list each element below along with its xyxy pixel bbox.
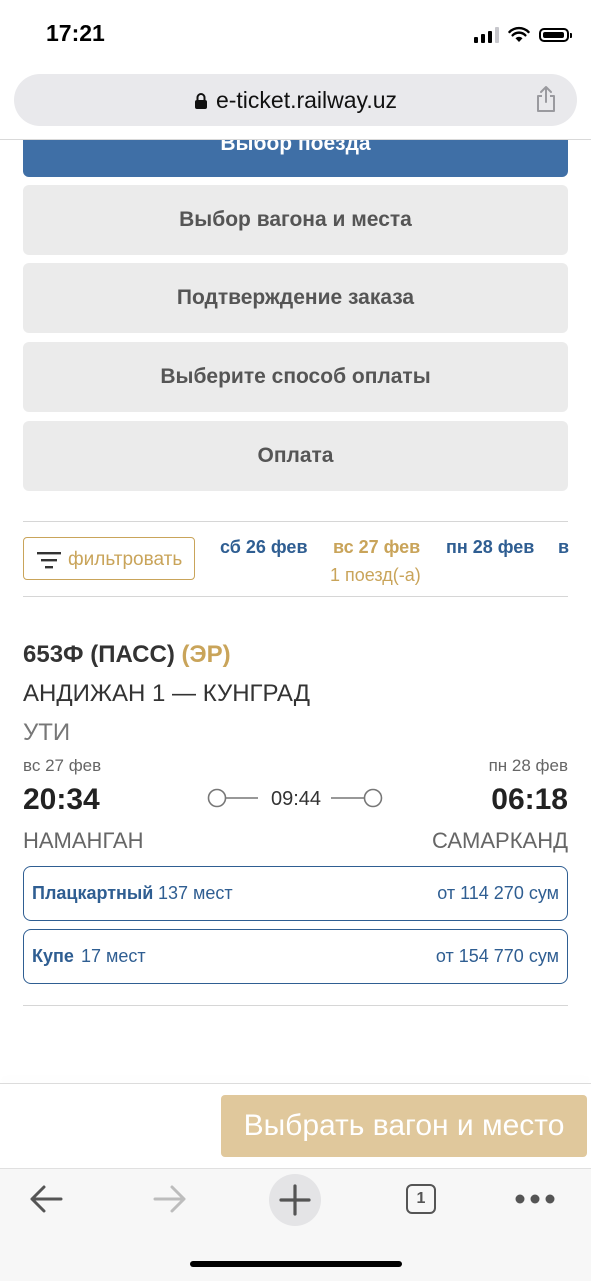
duration-text: 09:44	[270, 788, 322, 810]
divider	[23, 596, 568, 597]
train-type: (ЭР)	[181, 641, 231, 668]
fare-price: от 154 770 сум	[435, 946, 559, 966]
more-dots-icon[interactable]	[514, 1191, 556, 1207]
train-number: 653Ф (ПАСС)	[23, 641, 175, 668]
divider	[23, 1005, 568, 1006]
tabs-icon[interactable]: 1	[406, 1184, 436, 1214]
train-title: 653Ф (ПАСС) (ЭР)	[23, 641, 231, 669]
step-order-confirmation[interactable]: Подтверждение заказа	[23, 263, 568, 333]
step-payment-method[interactable]: Выберите способ оплаты	[23, 342, 568, 412]
fare-seats: 137 мест	[158, 883, 233, 903]
step-select-train[interactable]: Выбор поезда	[23, 140, 568, 177]
step-select-train-label: Выбор поезда	[220, 140, 371, 155]
date-tab[interactable]: в	[558, 537, 569, 558]
back-arrow-icon[interactable]	[28, 1179, 64, 1219]
lock-icon	[194, 93, 207, 109]
fare-option-platskart[interactable]: Плацкартный 137 мест от 114 270 сум	[23, 866, 568, 921]
wifi-icon	[508, 26, 530, 42]
url-display[interactable]: e-ticket.railway.uz	[14, 87, 577, 114]
step-label: Оплата	[257, 444, 334, 467]
train-count: 1 поезд(-а)	[330, 565, 421, 585]
fare-class: Купе	[32, 946, 74, 966]
divider	[23, 521, 568, 522]
arrival-time: 06:18	[491, 783, 568, 816]
fare-class: Плацкартный	[32, 883, 154, 903]
fare-option-kupe[interactable]: Купе 17 мест от 154 770 сум	[23, 929, 568, 984]
status-bar: 17:21	[0, 0, 591, 70]
select-wagon-seat-button[interactable]: Выбрать вагон и место	[221, 1095, 587, 1157]
departure-date: вс 27 фев	[23, 756, 102, 775]
train-carrier: УТИ	[23, 719, 71, 746]
date-tab[interactable]: сб 26 фев	[220, 537, 308, 558]
battery-level	[543, 31, 564, 38]
fare-price: от 114 270 сум	[437, 883, 559, 903]
arrival-station: САМАРКАНД	[431, 828, 568, 853]
filter-button[interactable]: фильтровать	[23, 537, 195, 580]
travel-duration: 09:44	[206, 786, 386, 812]
fare-seats: 17 мест	[81, 946, 146, 966]
battery-icon	[539, 27, 572, 42]
new-tab-plus-icon[interactable]	[268, 1173, 322, 1227]
address-bar[interactable]: e-ticket.railway.uz	[14, 74, 577, 126]
train-route: АНДИЖАН 1 — КУНГРАД	[23, 680, 310, 707]
step-select-wagon[interactable]: Выбор вагона и места	[23, 185, 568, 255]
filter-icon	[37, 552, 61, 569]
share-icon[interactable]	[535, 85, 557, 113]
date-tab[interactable]: пн 28 фев	[446, 537, 534, 558]
departure-station: НАМАНГАН	[23, 828, 144, 853]
bottom-bar-divider	[0, 1083, 591, 1084]
status-time: 17:21	[46, 20, 105, 46]
step-label: Выбор вагона и места	[179, 208, 412, 231]
filter-label: фильтровать	[68, 549, 183, 570]
url-text: e-ticket.railway.uz	[215, 87, 398, 113]
status-icons	[474, 26, 572, 43]
step-label: Выберите способ оплаты	[160, 365, 431, 388]
forward-arrow-icon[interactable]	[152, 1179, 188, 1219]
tabs-count: 1	[416, 1190, 426, 1207]
arrival-date: пн 28 фев	[488, 756, 568, 775]
home-indicator	[190, 1261, 402, 1267]
date-tab-selected[interactable]: вс 27 фев	[333, 537, 420, 558]
step-payment[interactable]: Оплата	[23, 421, 568, 491]
departure-time: 20:34	[23, 783, 100, 816]
step-label: Подтверждение заказа	[176, 286, 415, 309]
cellular-signal-icon	[474, 26, 499, 43]
